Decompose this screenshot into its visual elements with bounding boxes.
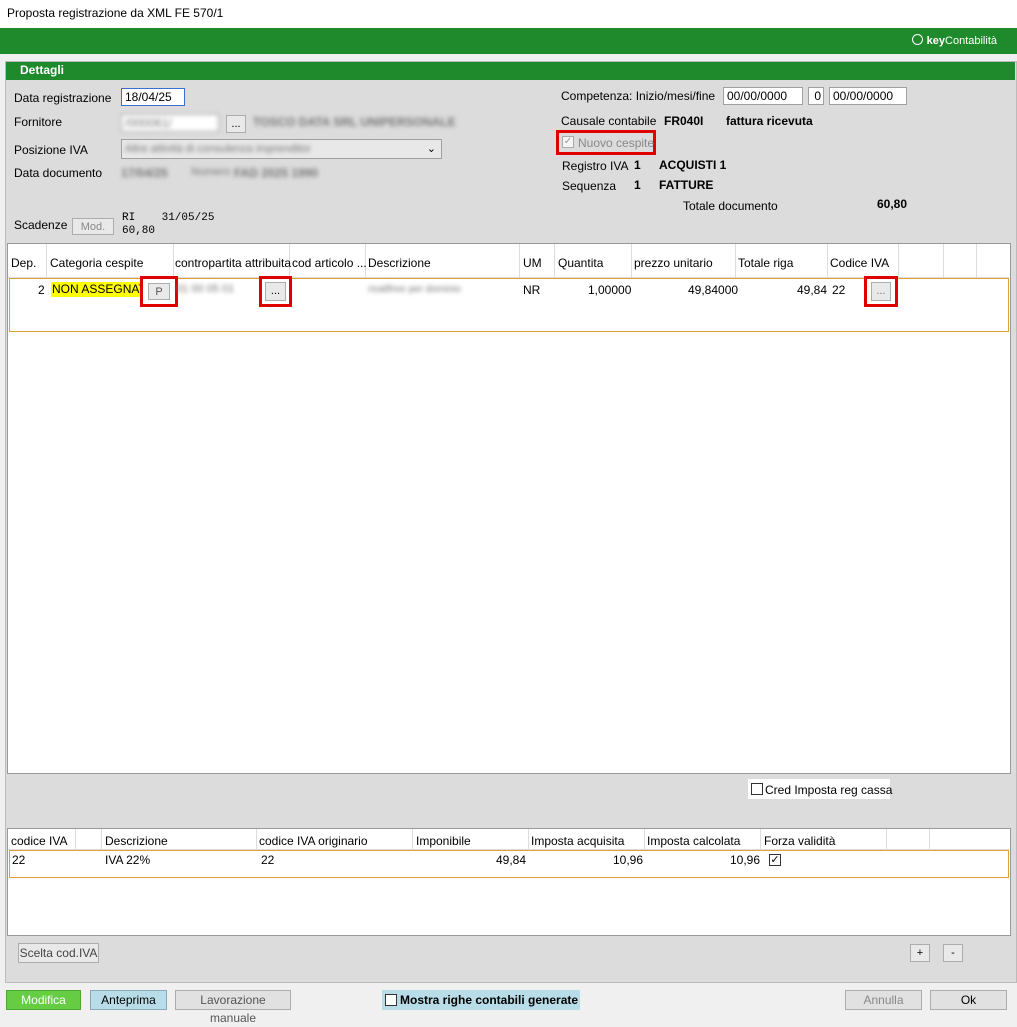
fornitore-label: Fornitore <box>14 115 63 129</box>
cred-imposta-checkbox[interactable] <box>751 783 763 795</box>
iva-row-calcolata: 10,96 <box>730 853 761 867</box>
data-registrazione-label: Data registrazione <box>14 91 112 105</box>
scadenze-label: Scadenze <box>14 218 68 232</box>
iva-col-calcolata[interactable]: Imposta calcolata <box>647 834 740 848</box>
iva-row-codice: 22 <box>12 853 26 867</box>
fornitore-code-field[interactable]: /000061/ <box>121 114 219 132</box>
ok-button[interactable]: Ok <box>930 990 1007 1010</box>
causale-desc: fattura ricevuta <box>726 114 813 128</box>
data-registrazione-field[interactable]: 18/04/25 <box>121 88 185 106</box>
registro-iva-label: Registro IVA <box>562 159 629 173</box>
row-prezzo: 49,84000 <box>688 283 739 297</box>
iva-row-imponibile: 49,84 <box>496 853 527 867</box>
numero-value: FAD 2025 1990 <box>234 166 319 180</box>
col-codice-iva[interactable]: Codice IVA <box>830 256 889 270</box>
col-dep[interactable]: Dep. <box>11 256 36 270</box>
col-totale[interactable]: Totale riga <box>738 256 793 270</box>
col-descrizione[interactable]: Descrizione <box>368 256 431 270</box>
col-categoria[interactable]: Categoria cespite <box>50 256 143 270</box>
scadenze-line1: RI 31/05/25 <box>122 212 215 224</box>
categoria-p-button[interactable]: P <box>148 283 170 300</box>
details-panel-header: Dettagli <box>6 62 1015 80</box>
nuovo-cespite-checkbox[interactable]: ✓ <box>562 136 574 148</box>
col-cod-articolo[interactable]: cod articolo ... <box>292 256 367 270</box>
sequenza-label: Sequenza <box>562 179 617 193</box>
data-documento-label: Data documento <box>14 166 103 180</box>
data-documento-value: 17/04/25 <box>121 166 168 180</box>
contropartita-browse-button[interactable]: ... <box>265 282 286 301</box>
fornitore-name: TOSCO DATA SRL UNIPERSONALE <box>253 115 456 129</box>
totale-documento-value: 60,80 <box>877 197 908 211</box>
lavorazione-manuale-button[interactable]: Lavorazione manuale <box>175 990 291 1025</box>
row-um: NR <box>523 283 541 297</box>
anteprima-button[interactable]: Anteprima <box>90 990 167 1010</box>
iva-col-acquisita[interactable]: Imposta acquisita <box>531 834 624 848</box>
forza-validita-checkbox[interactable]: ✓ <box>769 854 781 866</box>
row-contropartita: 01 00 05 01 <box>176 283 235 295</box>
nuovo-cespite-label: Nuovo cespite <box>578 136 655 150</box>
codice-iva-browse-button[interactable]: ... <box>871 282 891 301</box>
col-prezzo[interactable]: prezzo unitario <box>634 256 713 270</box>
causale-label: Causale contabile <box>561 114 657 128</box>
registro-iva-desc: ACQUISTI 1 <box>659 158 727 172</box>
window-titlebar: Proposta registrazione da XML FE 570/1 <box>0 0 1017 28</box>
mostra-righe-label: Mostra righe contabili generate <box>400 993 579 1007</box>
scelta-cod-iva-button[interactable]: Scelta cod.IVA <box>18 943 99 963</box>
iva-row-originario: 22 <box>261 853 275 867</box>
competenza-label: Competenza: Inizio/mesi/fine <box>561 89 716 103</box>
col-um[interactable]: UM <box>523 256 542 270</box>
posizione-iva-label: Posizione IVA <box>14 143 88 157</box>
col-quantita[interactable]: Quantita <box>558 256 603 270</box>
competenza-mesi-field[interactable]: 0 <box>808 87 824 105</box>
row-descrizione: rivalifree per dominio <box>368 284 461 295</box>
row-categoria[interactable]: NON ASSEGNATA <box>51 282 154 297</box>
brand-logo: keyContabilità <box>911 34 997 47</box>
sequenza-num: 1 <box>634 178 641 192</box>
annulla-button[interactable]: Annulla <box>845 990 922 1010</box>
iva-row-acquisita: 10,96 <box>613 853 644 867</box>
fornitore-browse-button[interactable]: ... <box>226 115 246 133</box>
competenza-inizio-field[interactable]: 00/00/0000 <box>723 87 803 105</box>
chevron-down-icon: ⌄ <box>426 143 436 155</box>
iva-col-descrizione[interactable]: Descrizione <box>105 834 168 848</box>
totale-documento-label: Totale documento <box>683 199 778 213</box>
modifica-button[interactable]: Modifica <box>6 990 81 1010</box>
panel-title: Dettagli <box>20 63 65 77</box>
cred-imposta-label: Cred Imposta reg cassa <box>765 783 893 797</box>
iva-col-codice[interactable]: codice IVA <box>11 834 67 848</box>
competenza-fine-field[interactable]: 00/00/0000 <box>829 87 907 105</box>
mostra-righe-checkbox[interactable] <box>385 994 397 1006</box>
posizione-iva-value: Altre attività di consulenza imprenditor <box>125 143 311 155</box>
scadenze-mod-button[interactable]: Mod. <box>72 218 114 235</box>
registro-iva-num: 1 <box>634 158 641 172</box>
add-row-button[interactable]: + <box>910 944 930 962</box>
numero-label: Numero <box>191 166 231 178</box>
row-codice-iva: 22 <box>832 283 846 297</box>
scadenze-line2: 60,80 <box>122 225 156 237</box>
col-contropartita[interactable]: contropartita attribuita <box>175 256 291 270</box>
iva-col-originario[interactable]: codice IVA originario <box>259 834 368 848</box>
sequenza-desc: FATTURE <box>659 178 714 192</box>
remove-row-button[interactable]: - <box>943 944 963 962</box>
header-bar <box>0 28 1017 54</box>
key-logo-icon <box>911 34 923 45</box>
posizione-iva-select[interactable]: Altre attività di consulenza imprenditor… <box>121 139 442 159</box>
iva-col-forza[interactable]: Forza validità <box>764 834 835 848</box>
causale-code: FR040I <box>664 114 704 128</box>
row-quantita: 1,00000 <box>588 283 632 297</box>
iva-row-descrizione: IVA 22% <box>105 853 151 867</box>
row-dep: 2 <box>38 283 45 297</box>
window-title: Proposta registrazione da XML FE 570/1 <box>7 6 224 20</box>
row-totale: 49,84 <box>797 283 828 297</box>
iva-col-imponibile[interactable]: Imponibile <box>416 834 471 848</box>
